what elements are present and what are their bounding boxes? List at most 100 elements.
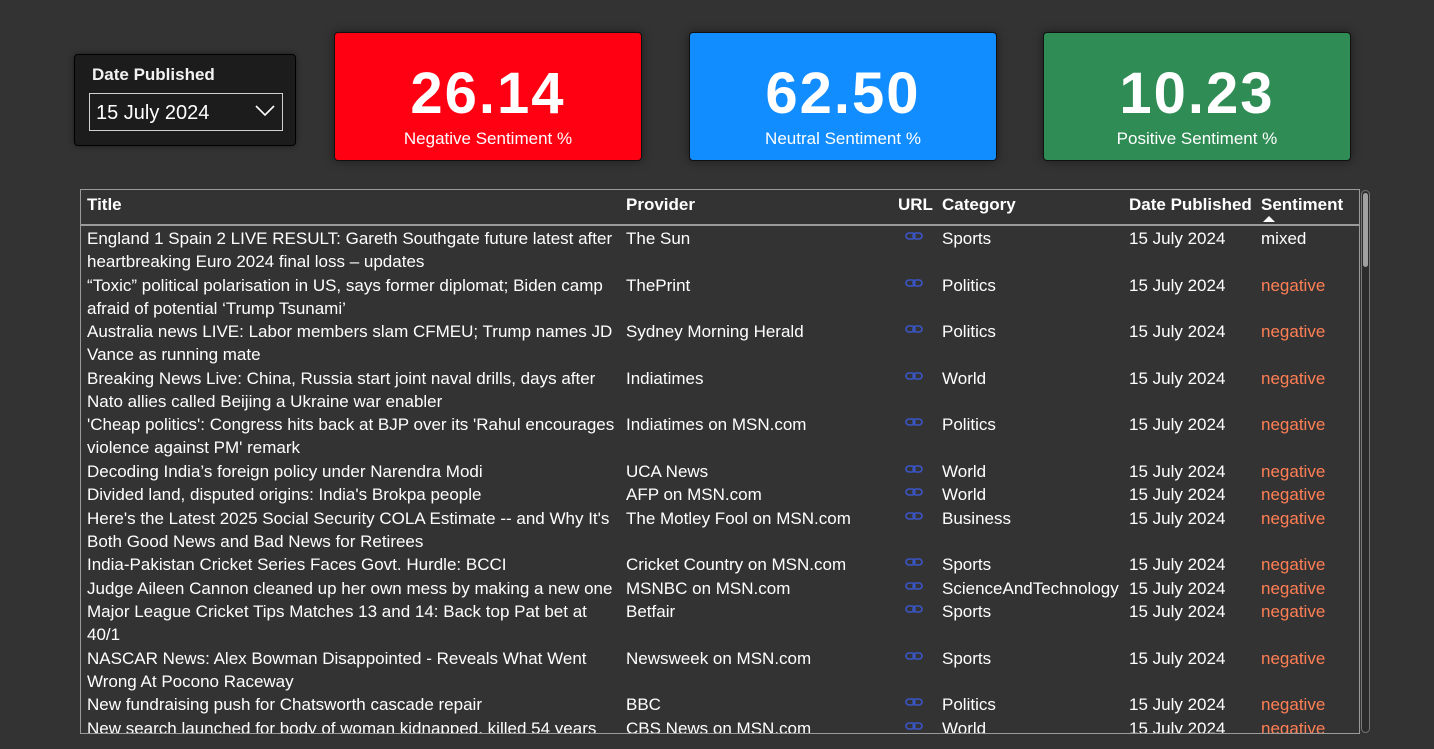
table-scrollbar[interactable] (1361, 190, 1370, 733)
column-header-title[interactable]: Title (87, 195, 122, 215)
row-date-published: 15 July 2024 (1129, 578, 1226, 598)
row-date-published: 15 July 2024 (1129, 602, 1226, 621)
table-row[interactable]: Decoding India’s foreign policy under Na… (81, 459, 1359, 483)
row-title: NASCAR News: Alex Bowman Disappointed - … (87, 648, 587, 691)
row-provider: ThePrint (626, 275, 691, 295)
date-published-slicer: Date Published 15 July 2024 (74, 54, 296, 146)
row-sentiment: negative (1261, 275, 1326, 295)
link-icon[interactable] (905, 580, 923, 592)
row-provider: Indiatimes (626, 368, 704, 388)
row-sentiment: negative (1261, 578, 1326, 598)
row-sentiment: negative (1261, 718, 1326, 734)
negative-sentiment-value: 26.14 (410, 61, 566, 126)
column-header-sentiment[interactable]: Sentiment (1261, 195, 1343, 215)
link-icon[interactable] (905, 720, 923, 732)
row-sentiment: negative (1261, 485, 1326, 504)
row-sentiment: negative (1261, 508, 1326, 528)
row-title: Here's the Latest 2025 Social Security C… (87, 508, 610, 551)
column-header-url[interactable]: URL (898, 195, 933, 215)
news-table: Title Provider URL Category Date Publish… (80, 189, 1360, 734)
link-icon[interactable] (905, 277, 923, 289)
row-date-published: 15 July 2024 (1129, 695, 1226, 714)
positive-sentiment-label: Positive Sentiment % (1116, 129, 1278, 148)
row-date-published: 15 July 2024 (1129, 229, 1226, 248)
row-date-published: 15 July 2024 (1129, 415, 1226, 434)
link-icon[interactable] (905, 230, 923, 242)
row-category: World (942, 485, 987, 504)
table-row[interactable]: Judge Aileen Cannon cleaned up her own m… (81, 576, 1359, 600)
column-header-category[interactable]: Category (942, 195, 1016, 215)
column-header-date-published[interactable]: Date Published (1129, 195, 1252, 215)
date-dropdown[interactable]: 15 July 2024 (89, 93, 283, 131)
table-row[interactable]: Divided land, disputed origins: India's … (81, 482, 1359, 506)
link-icon[interactable] (905, 510, 923, 522)
slicer-title: Date Published (92, 65, 215, 84)
row-category: Politics (942, 695, 996, 714)
row-date-published: 15 July 2024 (1129, 718, 1226, 734)
table-body: England 1 Spain 2 LIVE RESULT: Gareth So… (81, 226, 1359, 734)
table-row[interactable]: Breaking News Live: China, Russia start … (81, 366, 1359, 413)
row-category: Sports (942, 602, 992, 621)
row-title: Breaking News Live: China, Russia start … (87, 368, 596, 411)
table-row[interactable]: England 1 Spain 2 LIVE RESULT: Gareth So… (81, 226, 1359, 273)
row-title: New fundraising push for Chatsworth casc… (87, 695, 482, 714)
row-category: Business (942, 508, 1011, 528)
neutral-sentiment-value: 62.50 (765, 61, 921, 126)
row-date-published: 15 July 2024 (1129, 508, 1226, 528)
row-category: World (942, 718, 987, 734)
link-icon[interactable] (905, 416, 923, 428)
row-provider: Sydney Morning Herald (626, 322, 804, 341)
table-row[interactable]: New search launched for body of woman ki… (81, 716, 1359, 734)
link-icon[interactable] (905, 603, 923, 615)
table-row[interactable]: NASCAR News: Alex Bowman Disappointed - … (81, 646, 1359, 693)
chevron-down-icon (255, 105, 275, 117)
sort-ascending-icon (1263, 216, 1275, 222)
row-title: Decoding India’s foreign policy under Na… (87, 461, 483, 481)
row-title: New search launched for body of woman ki… (87, 718, 597, 734)
row-date-published: 15 July 2024 (1129, 322, 1226, 341)
row-category: World (942, 461, 987, 481)
row-title: Major League Cricket Tips Matches 13 and… (87, 602, 587, 644)
link-icon[interactable] (905, 556, 923, 568)
row-sentiment: negative (1261, 461, 1326, 481)
positive-sentiment-value: 10.23 (1119, 61, 1275, 126)
link-icon[interactable] (905, 696, 923, 708)
link-icon[interactable] (905, 486, 923, 498)
table-row[interactable]: India-Pakistan Cricket Series Faces Govt… (81, 552, 1359, 576)
row-category: Politics (942, 322, 996, 341)
table-row[interactable]: Here's the Latest 2025 Social Security C… (81, 506, 1359, 553)
row-provider: Newsweek on MSN.com (626, 648, 812, 668)
row-provider: Cricket Country on MSN.com (626, 555, 847, 574)
row-date-published: 15 July 2024 (1129, 485, 1226, 504)
row-title: Judge Aileen Cannon cleaned up her own m… (87, 578, 613, 598)
table-row[interactable]: 'Cheap politics': Congress hits back at … (81, 412, 1359, 459)
table-row[interactable]: Australia news LIVE: Labor members slam … (81, 319, 1359, 366)
row-date-published: 15 July 2024 (1129, 275, 1226, 295)
row-title: India-Pakistan Cricket Series Faces Govt… (87, 555, 507, 574)
table-row[interactable]: “Toxic” political polarisation in US, sa… (81, 273, 1359, 320)
link-icon[interactable] (905, 370, 923, 382)
row-sentiment: negative (1261, 648, 1326, 668)
row-provider: The Motley Fool on MSN.com (626, 508, 851, 528)
report-canvas: Date Published 15 July 2024 26.14 Negati… (0, 0, 1434, 749)
neutral-sentiment-label: Neutral Sentiment % (765, 129, 921, 148)
row-sentiment: negative (1261, 415, 1326, 434)
row-provider: Betfair (626, 602, 676, 621)
row-category: Sports (942, 648, 992, 668)
link-icon[interactable] (905, 650, 923, 662)
row-sentiment: negative (1261, 322, 1326, 341)
row-title: “Toxic” political polarisation in US, sa… (87, 275, 603, 318)
row-sentiment: negative (1261, 368, 1326, 388)
row-date-published: 15 July 2024 (1129, 648, 1226, 668)
row-sentiment: negative (1261, 695, 1326, 714)
row-title: 'Cheap politics': Congress hits back at … (87, 415, 615, 457)
row-title: Divided land, disputed origins: India's … (87, 485, 482, 504)
table-row[interactable]: Major League Cricket Tips Matches 13 and… (81, 599, 1359, 646)
row-provider: BBC (626, 695, 661, 714)
scrollbar-thumb[interactable] (1363, 193, 1368, 267)
table-row[interactable]: New fundraising push for Chatsworth casc… (81, 692, 1359, 716)
link-icon[interactable] (905, 463, 923, 475)
row-sentiment: negative (1261, 602, 1326, 621)
link-icon[interactable] (905, 323, 923, 335)
column-header-provider[interactable]: Provider (626, 195, 695, 215)
